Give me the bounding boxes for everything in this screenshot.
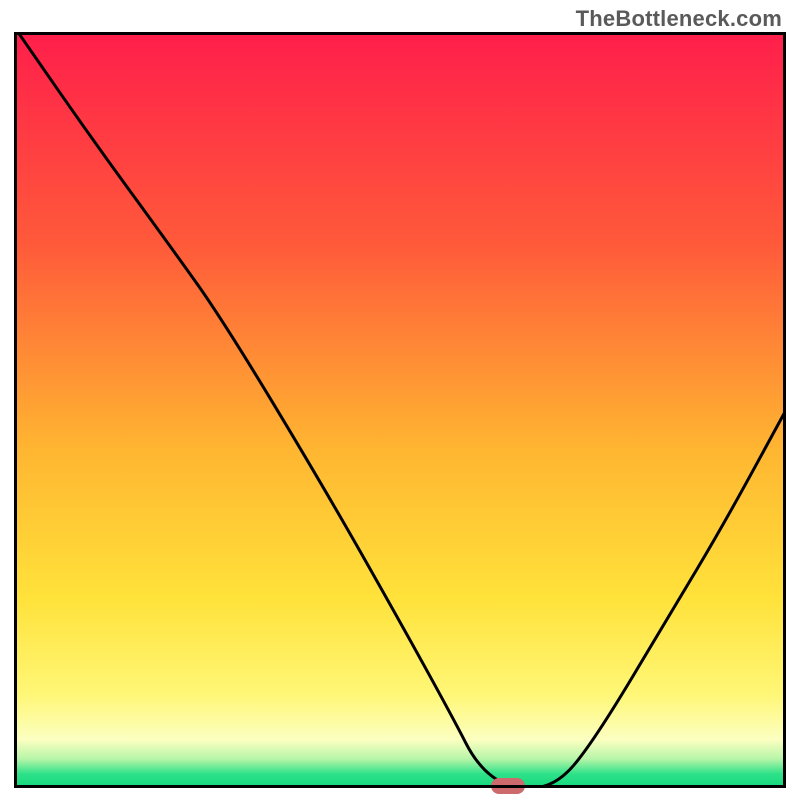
watermark-text: TheBottleneck.com xyxy=(576,6,782,32)
chart-border xyxy=(14,32,786,788)
chart-area xyxy=(14,32,786,788)
